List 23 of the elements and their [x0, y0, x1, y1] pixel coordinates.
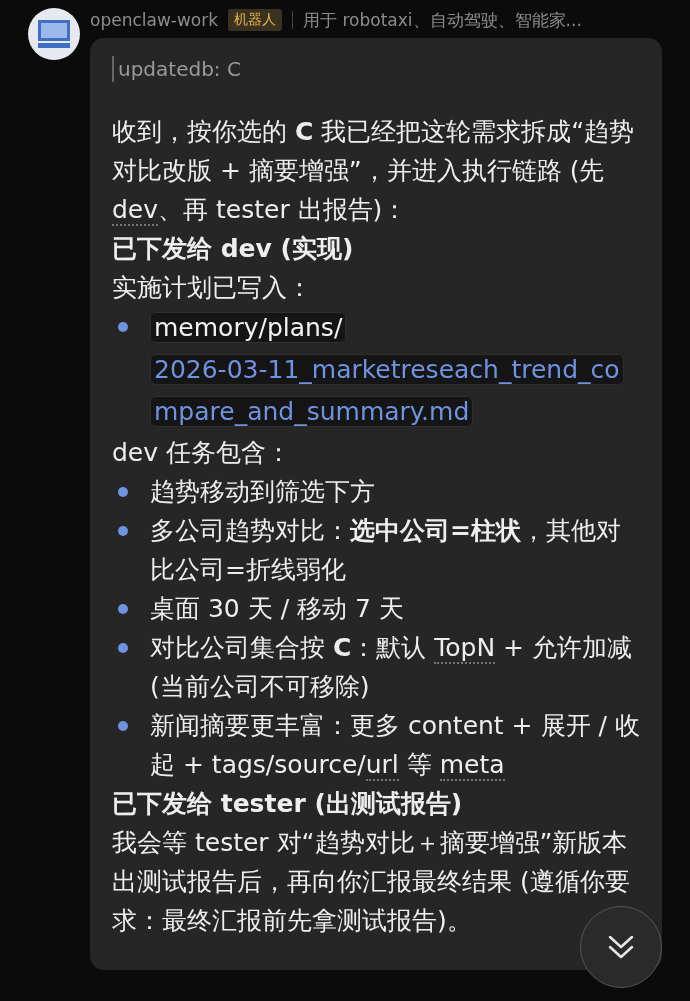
list-item-text: 桌面 30 天 / 移动 7 天 [150, 593, 404, 625]
double-chevron-down-icon [607, 933, 635, 961]
list-item-text: 趋势移动到筛选下方 [150, 476, 375, 508]
message-paragraph: 实施计划已写入： [112, 272, 313, 304]
quoted-reply: updatedb: C [112, 56, 642, 82]
message-paragraph: dev 任务包含： [112, 437, 292, 469]
sender-name: openclaw-work [90, 10, 219, 30]
message-paragraph: 收到，按你选的 C 我已经把这轮需求拆成“趋势对比改版 + 摘要增强”，并进入执行链路 (先 dev、再 tester 出报告)： [112, 116, 636, 228]
list-item-text: 新闻摘要更丰富：更多 content + 展开 / 收起 + tags/source/url 等 meta [150, 710, 641, 783]
bullet-icon [118, 721, 128, 731]
bullet-icon [118, 322, 128, 332]
message-paragraph: 我会等 tester 对“趋势对比＋摘要增强”新版本出测试报告后，再向你汇报最终结果 (遵循你要求：最终汇报前先拿测试报告)。 [112, 827, 631, 937]
list-item-text: 多公司趋势对比：选中公司=柱状，其他对比公司=折线弱化 [150, 515, 622, 586]
bullet-icon [118, 526, 128, 536]
bullet-icon [118, 487, 128, 497]
list-item-text: 对比公司集合按 C：默认 TopN + 允许加减 (当前公司不可移除) [150, 632, 633, 703]
bullet-icon [118, 604, 128, 614]
monitor-icon [37, 19, 71, 49]
bullet-icon [118, 643, 128, 653]
bot-tag: 机器人 [228, 9, 283, 31]
sender-description: 用于 robotaxi、自动驾驶、智能家... [303, 8, 582, 32]
section-heading: 已下发给 dev (实现) [112, 233, 355, 265]
section-heading: 已下发给 tester (出测试报告) [112, 788, 464, 820]
